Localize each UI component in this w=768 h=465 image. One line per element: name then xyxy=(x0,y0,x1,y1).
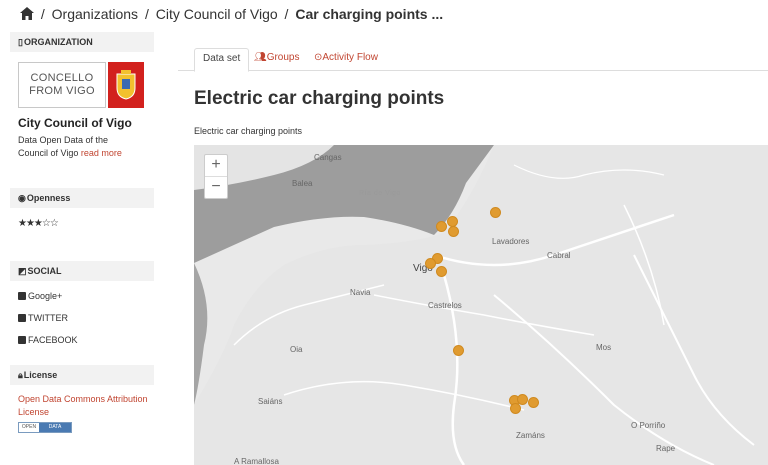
place-label: Cangas xyxy=(314,153,342,162)
place-label: Castrelos xyxy=(428,301,462,310)
dataset-subtitle: Electric car charging points xyxy=(194,126,303,136)
openness-stars: ★★★☆☆ xyxy=(18,218,59,229)
place-label: Lavadores xyxy=(492,237,530,246)
place-label: Zamáns xyxy=(516,431,545,440)
license-heading: 🔒︎License xyxy=(10,365,154,385)
home-icon[interactable] xyxy=(20,6,38,22)
lock-icon: 🔒︎ xyxy=(18,370,23,380)
charging-point-marker[interactable] xyxy=(425,258,436,269)
charging-point-marker[interactable] xyxy=(436,266,447,277)
social-google-plus[interactable]: Google+ xyxy=(18,285,154,307)
building-icon: ▯ xyxy=(18,37,23,47)
breadcrumb-current: Car charging points ... xyxy=(295,6,444,22)
charging-point-marker[interactable] xyxy=(453,345,464,356)
share-icon: ◩ xyxy=(18,266,27,276)
sidebar: ▯ORGANIZATION CONCELLO FROM VIGO City Co… xyxy=(10,32,154,433)
breadcrumb-separator: / xyxy=(40,6,45,22)
tab-bar: Data set 👥︎Groups ⊙Activity Flow xyxy=(178,42,768,72)
place-label: A Ramallosa xyxy=(234,457,279,465)
organization-logo[interactable]: CONCELLO FROM VIGO xyxy=(18,62,154,108)
social-twitter[interactable]: TWITTER xyxy=(18,307,154,329)
eye-icon: ◉ xyxy=(18,193,26,203)
breadcrumb-organizations[interactable]: Organizations xyxy=(52,6,138,22)
coat-of-arms-icon xyxy=(108,62,144,108)
facebook-icon xyxy=(18,336,26,344)
breadcrumb-separator: / xyxy=(284,6,289,22)
license-link[interactable]: Open Data Commons Attribution License xyxy=(18,393,154,419)
charging-point-marker[interactable] xyxy=(448,226,459,237)
charging-point-marker[interactable] xyxy=(510,403,521,414)
zoom-out-button[interactable]: − xyxy=(205,177,227,198)
place-label: Rape xyxy=(656,444,676,453)
main-content: Data set 👥︎Groups ⊙Activity Flow Electri… xyxy=(178,42,768,136)
zoom-in-button[interactable]: + xyxy=(205,155,227,177)
place-label: Cabral xyxy=(547,251,571,260)
breadcrumb-city-council[interactable]: City Council of Vigo xyxy=(156,6,278,22)
charging-point-marker[interactable] xyxy=(490,207,501,218)
social-heading: ◩SOCIAL xyxy=(10,261,154,281)
open-data-badge[interactable]: OPEN DATA xyxy=(18,422,72,433)
breadcrumb-separator: / xyxy=(144,6,149,22)
users-icon: 👥︎ xyxy=(254,52,267,63)
place-label: Ría de Vigo xyxy=(359,190,401,197)
openness-heading: ◉Openness xyxy=(10,188,154,208)
place-label: Saiáns xyxy=(258,397,283,406)
breadcrumb: / Organizations / City Council of Vigo /… xyxy=(20,6,443,22)
place-label: Mos xyxy=(596,343,612,352)
organization-description: Data Open Data of the Council of Vigo re… xyxy=(18,135,122,158)
read-more-link[interactable]: read more xyxy=(81,148,122,158)
organization-heading: ▯ORGANIZATION xyxy=(10,32,154,52)
tab-groups[interactable]: 👥︎Groups xyxy=(246,48,308,70)
page-title: Electric car charging points xyxy=(194,88,445,109)
social-facebook[interactable]: FACEBOOK xyxy=(18,329,154,351)
google-plus-icon xyxy=(18,292,26,300)
twitter-icon xyxy=(18,314,26,322)
map-base xyxy=(194,145,768,465)
map-view[interactable]: + − Cangas Balea Ría de Vigo Lavadores C… xyxy=(194,145,768,465)
tab-data-set[interactable]: Data set xyxy=(194,48,250,72)
place-label: Oia xyxy=(290,345,303,354)
place-label: Balea xyxy=(292,179,313,188)
charging-point-marker[interactable] xyxy=(528,397,539,408)
charging-point-marker[interactable] xyxy=(436,221,447,232)
place-label: O Porriño xyxy=(631,421,666,430)
logo-text-box: CONCELLO FROM VIGO xyxy=(18,62,106,108)
zoom-control: + − xyxy=(204,154,228,199)
organization-name: City Council of Vigo xyxy=(18,116,132,130)
place-label: Navia xyxy=(350,288,371,297)
tab-activity-flow[interactable]: ⊙Activity Flow xyxy=(306,48,386,70)
